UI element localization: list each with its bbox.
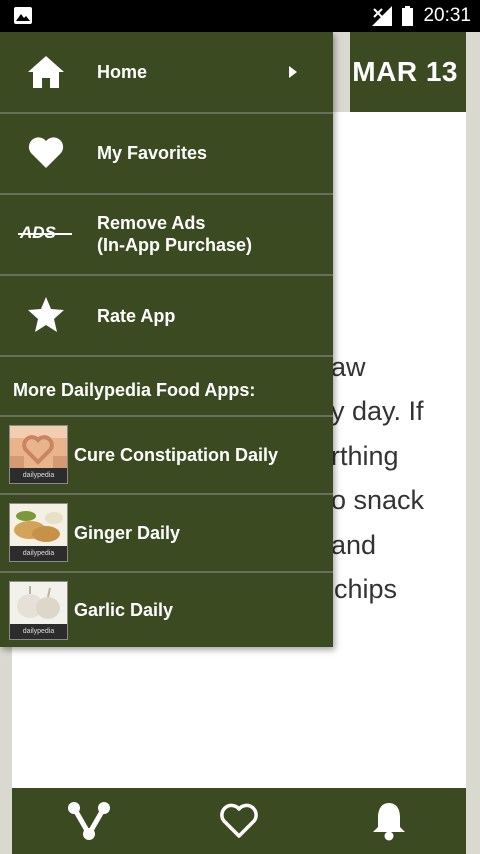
- article-text-line: and: [331, 530, 377, 560]
- bell-icon: [373, 803, 405, 841]
- home-icon: [28, 56, 64, 88]
- article-text-line: aw: [331, 352, 366, 382]
- drawer-item-favorites[interactable]: My Favorites: [0, 114, 333, 193]
- app-item-garlic[interactable]: dailypedia Garlic Daily: [0, 573, 333, 647]
- drawer-item-home[interactable]: Home: [0, 32, 333, 112]
- app-brand: dailypedia: [10, 468, 67, 483]
- app-label: Ginger Daily: [74, 523, 181, 543]
- article-text-line: rthing: [331, 441, 399, 471]
- drawer-item-label: Home: [97, 62, 148, 82]
- status-time: 20:31: [423, 5, 471, 26]
- date-header: MAR 13: [350, 32, 466, 112]
- heart-icon: [28, 137, 64, 168]
- drawer-item-label: My Favorites: [97, 143, 208, 163]
- article-text-line: o snack: [331, 485, 425, 515]
- app-brand: dailypedia: [10, 546, 67, 561]
- chevron-right-icon: [289, 66, 297, 78]
- drawer-item-rate-app[interactable]: Rate App: [0, 276, 333, 355]
- bottom-nav: [12, 788, 466, 854]
- app-label: Garlic Daily: [74, 600, 174, 620]
- favorites-nav-button[interactable]: [214, 796, 264, 846]
- belly-hands-image: [10, 426, 67, 468]
- garlic-image: [10, 582, 67, 624]
- app-thumbnail: dailypedia: [9, 503, 68, 562]
- date-label: MAR 13: [352, 56, 458, 87]
- ads-icon: ADS: [18, 223, 72, 245]
- app-thumbnail: dailypedia: [9, 581, 68, 640]
- image-notification-icon: [14, 7, 32, 24]
- share-button[interactable]: [64, 796, 114, 846]
- share-icon: [68, 802, 110, 840]
- star-icon: [28, 297, 64, 332]
- battery-icon: [402, 6, 413, 26]
- app-thumbnail: dailypedia: [9, 425, 68, 484]
- article-text-line: y day. If: [331, 396, 424, 426]
- app-brand: dailypedia: [10, 624, 67, 639]
- drawer-item-sublabel: (In-App Purchase): [97, 235, 253, 255]
- app-item-cure-constipation[interactable]: dailypedia Cure Constipation Daily: [0, 417, 333, 493]
- ginger-image: [10, 504, 67, 546]
- background-strip: [466, 32, 480, 854]
- app-item-ginger[interactable]: dailypedia Ginger Daily: [0, 495, 333, 571]
- notifications-button[interactable]: [364, 796, 414, 846]
- divider: [0, 355, 333, 357]
- more-apps-heading: More Dailypedia Food Apps:: [13, 380, 256, 400]
- drawer-item-label: Rate App: [97, 306, 176, 326]
- drawer-item-label: Remove Ads: [97, 213, 206, 233]
- app-label: Cure Constipation Daily: [74, 445, 279, 465]
- status-bar: 20:31: [0, 0, 480, 32]
- signal-icon: [372, 6, 392, 26]
- drawer-item-remove-ads[interactable]: ADS Remove Ads (In-App Purchase): [0, 195, 333, 274]
- article-text-line: chips: [334, 574, 398, 604]
- heart-outline-icon: [220, 803, 258, 838]
- navigation-drawer: Home My Favorites ADS Remove Ads (In-App…: [0, 32, 333, 647]
